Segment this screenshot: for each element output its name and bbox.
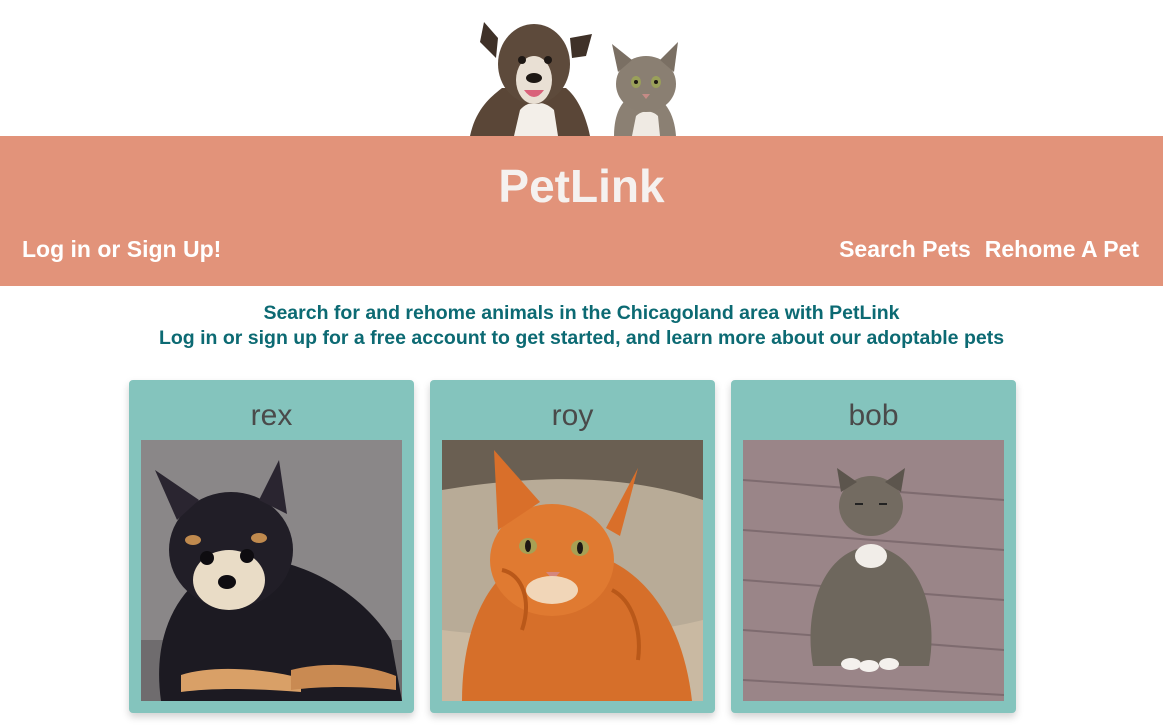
pet-card[interactable]: roy xyxy=(430,380,715,713)
pet-name: bob xyxy=(848,399,899,432)
main-nav: Search Pets Rehome A Pet xyxy=(839,235,1139,263)
search-pets-link[interactable]: Search Pets xyxy=(839,235,971,263)
hero-section xyxy=(0,0,1163,136)
intro-line-1: Search for and rehome animals in the Chi… xyxy=(263,302,900,324)
pet-name: rex xyxy=(250,399,293,432)
grey-tabby-cat-photo[interactable] xyxy=(743,440,1004,701)
orange-tabby-cat-photo[interactable] xyxy=(442,440,703,701)
dog-and-cat-hero-image xyxy=(470,22,678,136)
header-banner: PetLink Log in or Sign Up! Search Pets R… xyxy=(0,136,1163,286)
site-title[interactable]: PetLink xyxy=(0,160,1163,212)
pet-card-list: rex roy bob xyxy=(129,380,1016,713)
rehome-pet-link[interactable]: Rehome A Pet xyxy=(985,235,1139,263)
intro-text: Search for and rehome animals in the Chi… xyxy=(0,301,1163,351)
pet-card[interactable]: rex xyxy=(129,380,414,713)
pet-card[interactable]: bob xyxy=(731,380,1016,713)
intro-line-2: Log in or sign up for a free account to … xyxy=(158,327,1005,349)
pet-name: roy xyxy=(551,399,594,432)
login-signup-link[interactable]: Log in or Sign Up! xyxy=(22,235,221,263)
pomeranian-dog-photo[interactable] xyxy=(141,440,402,701)
